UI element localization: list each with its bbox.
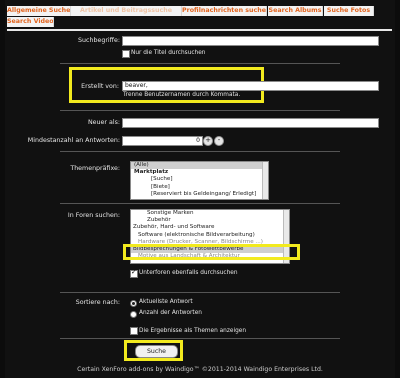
stepper-plus-button[interactable]: + (203, 136, 213, 146)
min-replies-label: Mindestanzahl an Antworten: (27, 137, 120, 144)
tab-search-albums[interactable]: Search Albums (268, 6, 323, 16)
newer-than-input[interactable] (122, 118, 379, 128)
divider (60, 338, 340, 339)
order-replies-label: Anzahl der Antworten (139, 310, 202, 316)
prefixes-label: Themenpräfixe: (70, 165, 120, 172)
child-forums-label: Unterforen ebenfalls durchsuchen (139, 270, 238, 276)
prefix-option[interactable]: [Suche] (131, 176, 268, 183)
prefix-option[interactable]: [Reserviert bis Geldeingang/ Erledigt] (131, 191, 268, 198)
tab-general-search[interactable]: Allgemeine Suche (7, 6, 71, 16)
stepper-minus-button[interactable]: - (214, 136, 224, 146)
search-button[interactable]: Suche (135, 345, 178, 358)
min-replies-input[interactable]: 0 (122, 136, 203, 146)
forum-option[interactable]: Zubehör (131, 217, 289, 224)
forum-option[interactable]: Sonstige Marken (131, 210, 289, 217)
forum-selection-highlight (123, 244, 300, 260)
forum-option[interactable]: Software (elektronische Bildverarbeitung… (131, 232, 289, 239)
titles-only-label: Nur die Titel durchsuchen (131, 50, 206, 56)
order-label: Sortiere nach: (75, 299, 120, 306)
tab-search-videos[interactable]: Search Videos (7, 17, 54, 27)
child-forums-checkbox[interactable] (130, 268, 138, 278)
scrollbar[interactable] (262, 162, 268, 199)
prefix-option[interactable]: Marktplatz (131, 169, 268, 176)
divider (60, 110, 340, 111)
divider (60, 151, 340, 152)
prefixes-listbox[interactable]: (Alle) Marktplatz [Suche] [Biete] [Reser… (130, 161, 269, 200)
order-newest-label: Aktuellste Antwort (139, 299, 193, 305)
forums-label: In Foren suchen: (67, 212, 120, 219)
divider (60, 292, 340, 293)
prefix-option[interactable]: (Alle) (131, 162, 268, 170)
posted-by-label: Erstellt von: (81, 83, 119, 90)
group-threads-label: Die Ergebnisse als Themen anzeigen (139, 328, 246, 334)
prefix-option[interactable]: [Biete] (131, 184, 268, 191)
divider (60, 203, 340, 204)
posted-by-hint: Trenne Benutzernamen durch Kommata. (123, 92, 241, 98)
order-replies-radio[interactable] (130, 311, 137, 318)
forum-option[interactable]: Zubehör, Hard- und Software (131, 224, 289, 231)
tab-bar (7, 29, 392, 31)
order-newest-radio[interactable] (130, 300, 137, 307)
footer-copyright: Certain XenForo add-ons by Waindigo™ ©20… (77, 366, 323, 373)
keywords-input[interactable] (122, 36, 379, 46)
newer-than-label: Neuer als: (87, 119, 120, 126)
divider (60, 63, 340, 64)
posted-by-input[interactable]: beaver, (122, 81, 379, 91)
group-threads-checkbox[interactable] (130, 327, 138, 335)
tab-search-photos[interactable]: Suche Fotos (324, 6, 374, 16)
tab-article-search[interactable]: Artikel und Beitragssuche (71, 6, 182, 16)
keywords-label: Suchbegriffe: (78, 37, 120, 44)
tab-profile-posts[interactable]: Profilnachrichten suchen (182, 6, 267, 16)
titles-only-checkbox[interactable] (122, 50, 130, 58)
